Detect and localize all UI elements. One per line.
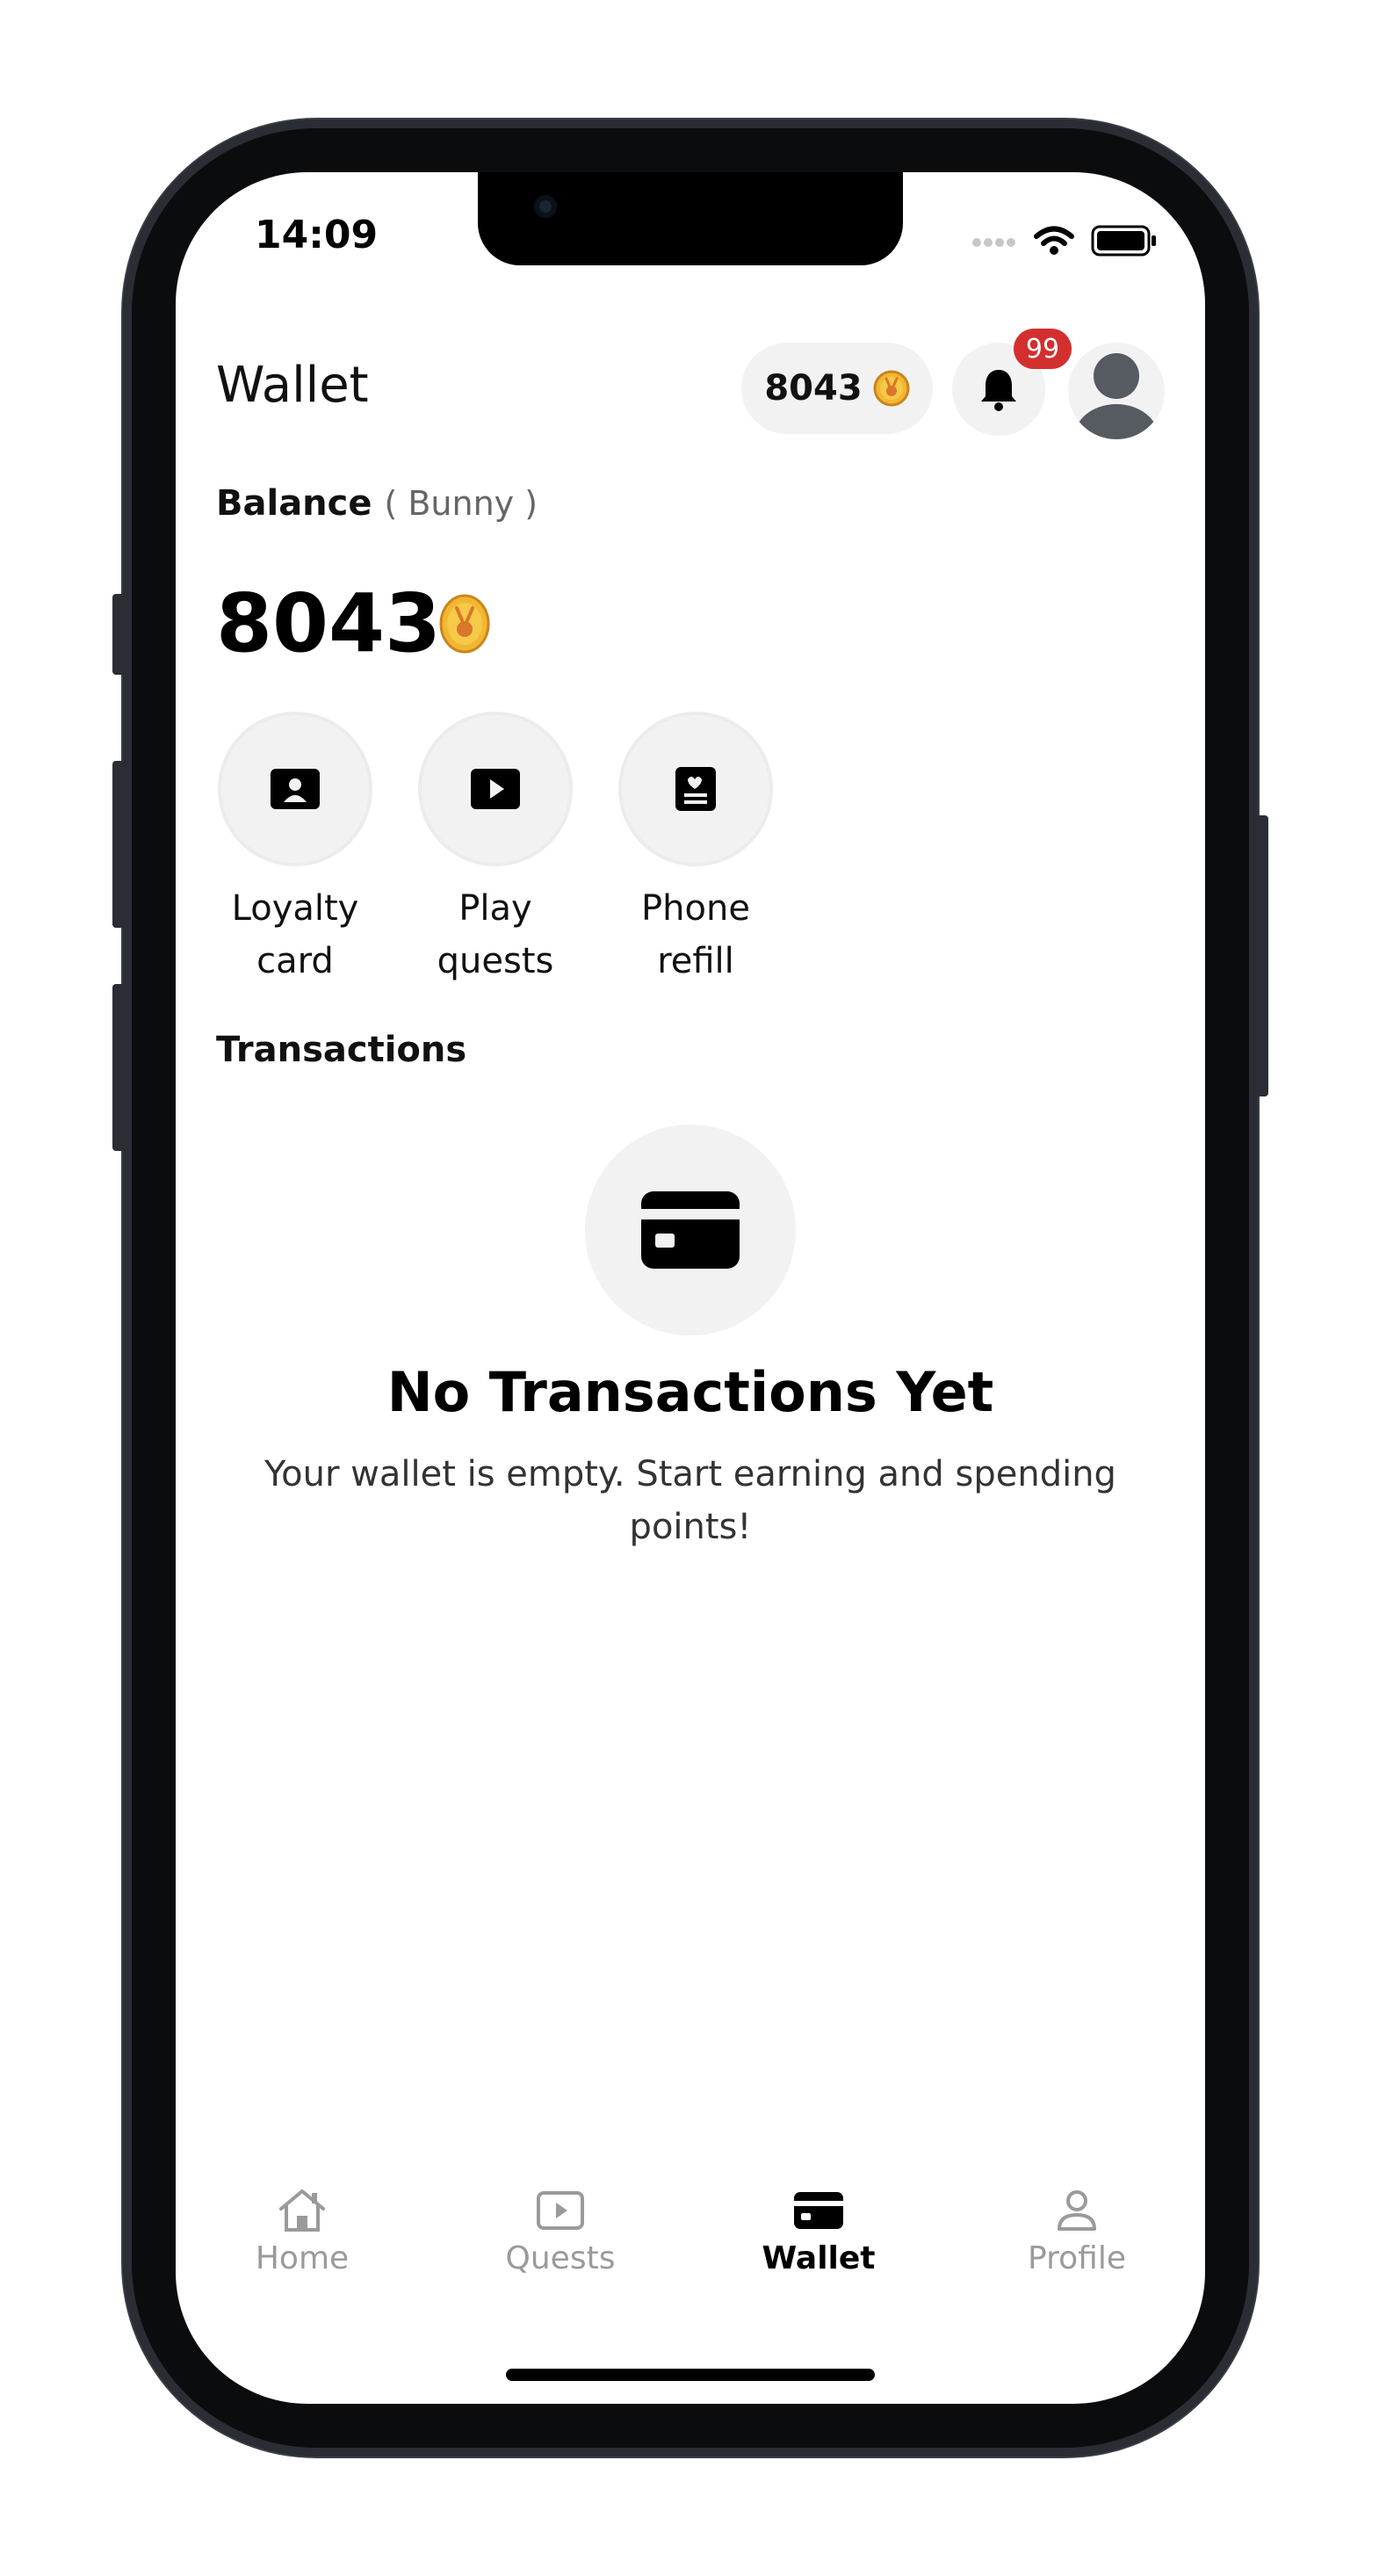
play-quests-button[interactable] (418, 712, 573, 866)
empty-state-illustration (585, 1125, 796, 1335)
play-square-icon (464, 2184, 657, 2237)
notch (478, 172, 903, 265)
balance-label: Balance ( Bunny ) (216, 483, 538, 524)
tab-profile[interactable]: Profile (980, 2184, 1173, 2276)
balance-currency: ( Bunny ) (384, 484, 538, 523)
bottom-tab-bar: Home Quests Wallet Profile (176, 2184, 1205, 2290)
tab-home-label: Home (255, 2240, 350, 2276)
notification-badge: 99 (1014, 329, 1072, 369)
play-icon (471, 769, 520, 809)
tab-home[interactable]: Home (206, 2184, 399, 2276)
credit-card-icon (641, 1191, 740, 1269)
empty-state-title: No Transactions Yet (386, 1360, 994, 1424)
status-indicators (971, 225, 1158, 260)
phone-refill-label: Phone refill (641, 888, 750, 981)
balance-amount: 8043 (216, 576, 442, 670)
coin-icon (873, 370, 910, 407)
tab-quests[interactable]: Quests (464, 2184, 657, 2276)
wifi-icon (1033, 225, 1075, 260)
app-screen: 14:09 Wallet 8043 99 Balance (Bunny) 8… (176, 172, 1205, 2404)
person-icon (980, 2184, 1173, 2237)
tab-wallet-label: Wallet (762, 2240, 876, 2276)
bell-icon (981, 370, 1016, 411)
points-balance-chip[interactable]: 8043 (741, 343, 933, 434)
phone-refill-action[interactable]: Phone refill (599, 712, 792, 988)
loyalty-card-label: Loyalty card (231, 888, 359, 981)
loyalty-card-action[interactable]: Loyalty card (199, 712, 392, 988)
play-quests-action[interactable]: Play quests (399, 712, 592, 988)
play-quests-label: Play quests (437, 888, 554, 981)
coin-icon (439, 594, 490, 654)
page-title: Wallet (216, 357, 369, 414)
front-camera (534, 195, 557, 218)
loyalty-card-button[interactable] (218, 712, 372, 866)
home-icon (206, 2184, 399, 2237)
power-button (1256, 815, 1268, 1096)
mute-switch (112, 594, 125, 675)
card-icon (722, 2184, 915, 2237)
home-indicator (506, 2369, 875, 2381)
avatar-icon (1074, 353, 1159, 439)
volume-up-button (112, 761, 125, 928)
transactions-heading: Transactions (216, 1030, 467, 1070)
empty-state-message: Your wallet is empty. Start earning and … (264, 1454, 1116, 1547)
balance-label-text: Balance (216, 483, 372, 524)
signal-icon (971, 235, 1017, 251)
points-balance-value: 8043 (764, 368, 863, 409)
tab-profile-label: Profile (1028, 2240, 1126, 2276)
status-time: 14:09 (255, 213, 379, 257)
phone-card-icon (675, 767, 716, 811)
tab-quests-label: Quests (505, 2240, 616, 2276)
id-card-icon (271, 769, 320, 809)
phone-refill-button[interactable] (618, 712, 773, 866)
battery-icon (1091, 225, 1158, 260)
tab-wallet[interactable]: Wallet (722, 2184, 915, 2276)
avatar-button[interactable] (1068, 343, 1165, 439)
volume-down-button (112, 984, 125, 1151)
